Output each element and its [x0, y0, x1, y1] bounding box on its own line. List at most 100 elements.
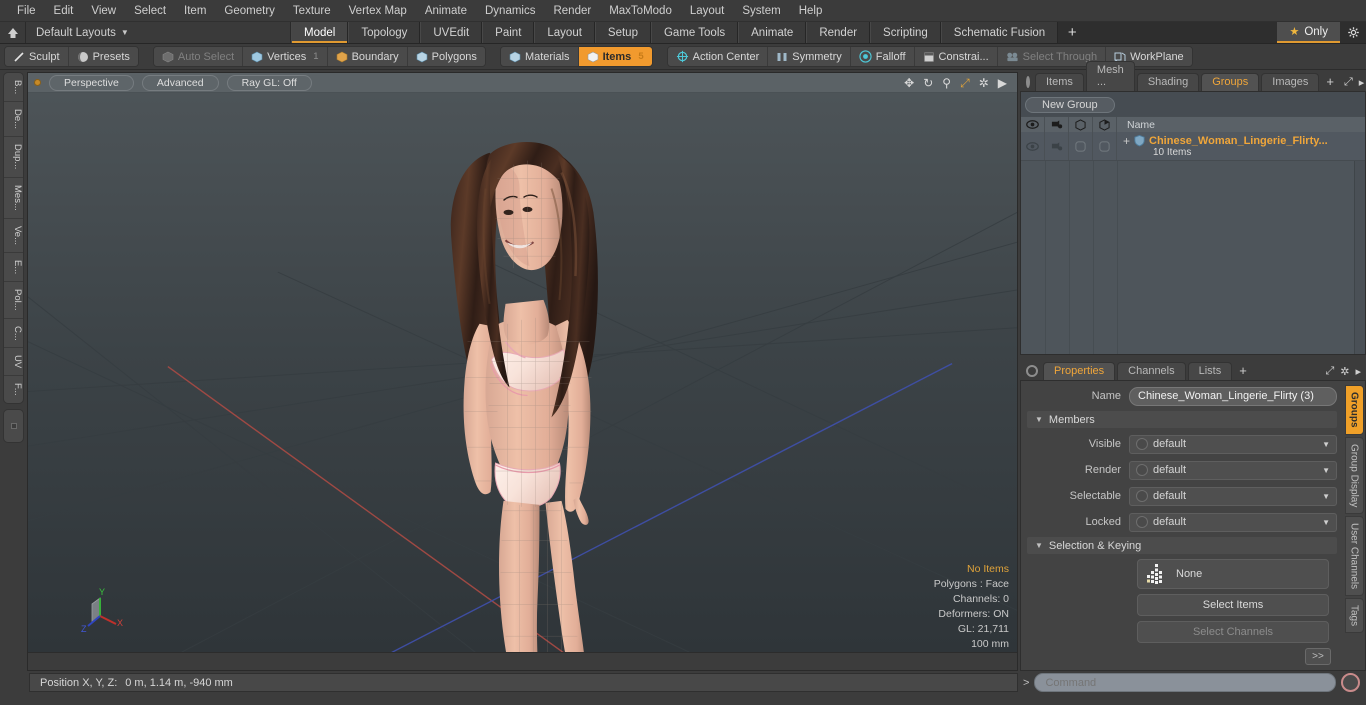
viewport-shading-select[interactable]: Advanced	[141, 74, 219, 91]
group-list-body[interactable]	[1021, 160, 1365, 354]
render-icon[interactable]	[1045, 117, 1069, 132]
selectable-dropdown[interactable]: default ▼	[1129, 486, 1337, 506]
left-tool-extra-button[interactable]	[3, 409, 24, 444]
panel-menu-dot[interactable]	[1026, 76, 1030, 88]
left-tool-uv[interactable]: UV	[4, 348, 23, 377]
table-row[interactable]: + Chinese_Woman_Lingerie_Flirty... 10 It…	[1021, 132, 1365, 160]
name-input[interactable]: Chinese_Woman_Lingerie_Flirty (3)	[1129, 386, 1337, 406]
menu-item-geometry[interactable]: Geometry	[215, 3, 284, 19]
tab-animate[interactable]: Animate	[738, 22, 807, 43]
menu-item-file[interactable]: File	[8, 3, 45, 19]
row-render-toggle[interactable]	[1045, 132, 1069, 160]
expand-toggle-icon[interactable]: +	[1123, 135, 1130, 147]
selection-set-dropdown[interactable]: None	[1137, 559, 1329, 589]
materials-button[interactable]: Materials	[500, 47, 579, 66]
left-tool-deform[interactable]: De...	[4, 102, 23, 138]
only-toggle[interactable]: ★ Only	[1277, 22, 1340, 43]
viewport-menu-dot[interactable]	[34, 79, 41, 86]
menu-item-edit[interactable]: Edit	[45, 3, 83, 19]
boundary-button[interactable]: Boundary	[327, 47, 408, 66]
vtab-user-channels[interactable]: User Channels	[1344, 515, 1364, 597]
panel-tab-images[interactable]: Images	[1261, 73, 1320, 91]
cube-outline-icon[interactable]	[1069, 117, 1093, 132]
row-eye-toggle[interactable]	[1021, 132, 1045, 160]
more-options-button[interactable]: >>	[1305, 648, 1331, 665]
record-icon[interactable]	[1341, 673, 1360, 692]
tab-properties[interactable]: Properties	[1043, 362, 1116, 380]
menu-item-layout[interactable]: Layout	[681, 3, 734, 19]
selectable-indicator[interactable]	[1136, 490, 1148, 502]
menu-item-help[interactable]: Help	[790, 3, 832, 19]
chevron-right-icon[interactable]: ▸	[1359, 76, 1365, 89]
row-select-toggle[interactable]	[1069, 132, 1093, 160]
row-lock-toggle[interactable]	[1093, 132, 1117, 160]
vtab-group-display[interactable]: Group Display	[1344, 436, 1364, 514]
cube-shaded-icon[interactable]	[1093, 117, 1117, 132]
auto-select-button[interactable]: Auto Select	[153, 47, 244, 66]
tab-topology[interactable]: Topology	[348, 22, 421, 43]
menu-item-animate[interactable]: Animate	[416, 3, 476, 19]
tab-setup[interactable]: Setup	[594, 22, 651, 43]
panel-tab-groups[interactable]: Groups	[1201, 73, 1260, 91]
tab-game-tools[interactable]: Game Tools	[650, 22, 739, 43]
tab-model[interactable]: Model	[291, 22, 349, 43]
left-tool-mesh[interactable]: Mes...	[4, 178, 23, 219]
locked-dropdown[interactable]: default ▼	[1129, 512, 1337, 532]
properties-menu-dot[interactable]	[1026, 365, 1038, 377]
locked-indicator[interactable]	[1136, 516, 1148, 528]
left-tool-vertex[interactable]: Ve...	[4, 219, 23, 253]
menu-item-item[interactable]: Item	[175, 3, 215, 19]
tab-paint[interactable]: Paint	[482, 22, 535, 43]
sculpt-button[interactable]: Sculpt	[5, 47, 69, 66]
vtab-tags[interactable]: Tags	[1344, 598, 1364, 634]
viewport-raygl-select[interactable]: Ray GL: Off	[226, 74, 312, 91]
zoom-icon[interactable]: ⚲	[942, 77, 951, 89]
section-selection-keying[interactable]: ▼ Selection & Keying	[1027, 537, 1337, 554]
left-tool-edge[interactable]: E...	[4, 253, 23, 282]
tab-scripting[interactable]: Scripting	[870, 22, 941, 43]
symmetry-button[interactable]: Symmetry	[768, 47, 851, 66]
menu-item-vertex-map[interactable]: Vertex Map	[340, 3, 416, 19]
left-tool-basic[interactable]: B...	[4, 73, 23, 103]
eye-icon[interactable]	[1021, 117, 1045, 132]
gear-icon[interactable]: ✲	[979, 77, 989, 89]
vertices-button[interactable]: Vertices 1	[243, 47, 328, 66]
menu-item-dynamics[interactable]: Dynamics	[476, 3, 544, 19]
visible-indicator[interactable]	[1136, 438, 1148, 450]
chevron-right-icon[interactable]: ▸	[1355, 365, 1361, 378]
tab-channels[interactable]: Channels	[1117, 362, 1186, 380]
menu-item-maxtomodo[interactable]: MaxToModo	[600, 3, 681, 19]
polygons-button[interactable]: Polygons	[407, 47, 485, 66]
panel-tab-items[interactable]: Items	[1035, 73, 1084, 91]
properties-add-tab-button[interactable]: +	[1234, 363, 1252, 380]
tab-schematic-fusion[interactable]: Schematic Fusion	[940, 22, 1059, 43]
tab-render[interactable]: Render	[806, 22, 871, 43]
expand-icon[interactable]: ⤢	[1344, 76, 1353, 89]
select-items-button[interactable]: Select Items	[1137, 594, 1329, 616]
left-tool-fusion[interactable]: F...	[4, 376, 23, 403]
left-tool-duplicate[interactable]: Dup...	[4, 137, 23, 178]
items-button[interactable]: Items 5	[578, 47, 652, 66]
gear-icon[interactable]: ✲	[1340, 365, 1349, 378]
tab-layout[interactable]: Layout	[534, 22, 595, 43]
render-dropdown[interactable]: default ▼	[1129, 460, 1337, 480]
tab-lists[interactable]: Lists	[1187, 362, 1233, 380]
3d-viewport[interactable]: Perspective Advanced Ray GL: Off ✥ ↻ ⚲ ⤢…	[27, 72, 1018, 671]
section-members[interactable]: ▼ Members	[1027, 411, 1337, 428]
home-icon[interactable]	[0, 22, 26, 43]
row-name-cell[interactable]: + Chinese_Woman_Lingerie_Flirty... 10 It…	[1117, 132, 1365, 160]
menu-item-render[interactable]: Render	[544, 3, 600, 19]
default-layouts-dropdown[interactable]: Default Layouts ▼	[26, 22, 291, 43]
vtab-groups[interactable]: Groups	[1344, 385, 1364, 435]
command-input[interactable]	[1034, 673, 1336, 692]
panel-add-tab-button[interactable]: +	[1321, 74, 1339, 91]
presets-button[interactable]: Presets	[68, 47, 138, 66]
expand-icon[interactable]: ⤢	[1325, 365, 1334, 378]
menu-item-select[interactable]: Select	[125, 3, 175, 19]
new-group-button[interactable]: New Group	[1025, 97, 1115, 113]
gear-icon[interactable]	[1340, 22, 1366, 43]
visible-dropdown[interactable]: default ▼	[1129, 434, 1337, 454]
left-tool-curve[interactable]: C...	[4, 319, 23, 349]
panel-tab-mesh[interactable]: Mesh ...	[1085, 61, 1135, 91]
group-list-scrollbar[interactable]	[1354, 161, 1365, 354]
